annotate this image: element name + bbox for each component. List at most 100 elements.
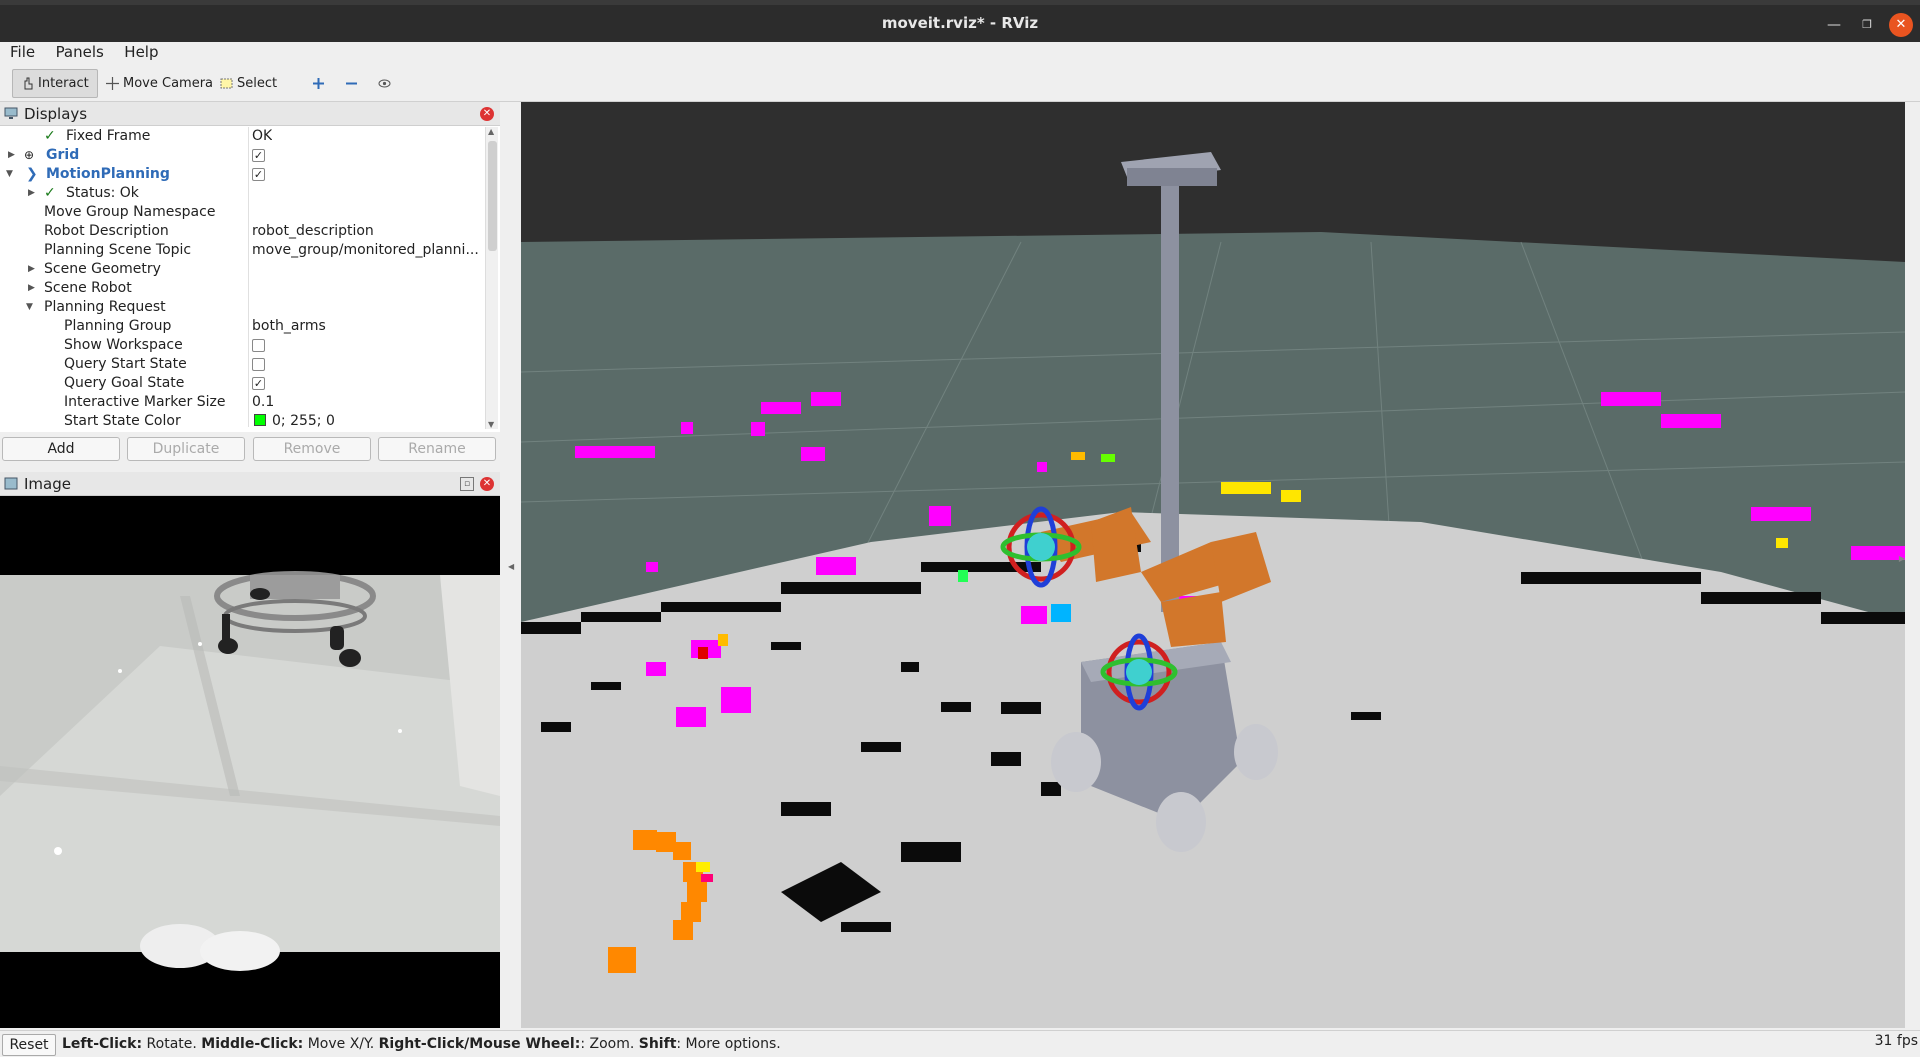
row-value[interactable]: 0; 255; 0: [272, 412, 335, 427]
motion-planning-enabled-checkbox[interactable]: ✓: [252, 168, 265, 181]
row-label: MotionPlanning: [46, 166, 170, 182]
image-panel-header: Image ▫ ✕: [0, 472, 500, 496]
collapse-left-icon[interactable]: ◀: [508, 562, 514, 571]
menu-help[interactable]: Help: [114, 42, 164, 61]
image-icon: [4, 477, 18, 490]
tree-row-motion-planning[interactable]: ▼ ❯ MotionPlanning ✓: [0, 165, 484, 184]
tree-row-fixed-frame[interactable]: ✓ Fixed Frame OK: [0, 127, 484, 146]
tree-row-planning-scene-topic[interactable]: Planning Scene Topic move_group/monitore…: [0, 241, 484, 260]
fps-readout: 31 fps: [1874, 1033, 1918, 1049]
check-icon: ✓: [44, 185, 56, 201]
interact-tool-button[interactable]: Interact: [12, 69, 98, 98]
minimize-button[interactable]: —: [1822, 13, 1846, 37]
row-label: Scene Geometry: [44, 261, 161, 277]
select-label: Select: [237, 76, 278, 91]
statusbar: Reset Left-Click: Rotate. Middle-Click: …: [0, 1030, 1920, 1057]
scroll-up-icon[interactable]: ▲: [488, 127, 494, 136]
hint-zoom: : Zoom.: [580, 1036, 639, 1052]
image-panel: Image ▫ ✕: [0, 472, 500, 1028]
tree-row-planning-group[interactable]: Planning Group both_arms: [0, 317, 484, 336]
maximize-button[interactable]: ❐: [1855, 13, 1879, 37]
tree-row-show-workspace[interactable]: Show Workspace: [0, 336, 484, 355]
displays-button-row: Add Duplicate Remove Rename: [0, 436, 500, 462]
query-goal-state-checkbox[interactable]: ✓: [252, 377, 265, 390]
float-panel-icon[interactable]: ▫: [460, 477, 474, 491]
tree-row-grid[interactable]: ▶ ⊕ Grid ✓: [0, 146, 484, 165]
row-label: Planning Request: [44, 299, 166, 315]
eye-icon: [378, 79, 391, 88]
tree-row-planning-request[interactable]: ▼ Planning Request: [0, 298, 484, 317]
row-value[interactable]: both_arms: [252, 317, 326, 336]
grid-enabled-checkbox[interactable]: ✓: [252, 149, 265, 162]
menu-file[interactable]: File: [0, 42, 41, 61]
displays-scrollbar[interactable]: ▲ ▼: [485, 127, 498, 429]
displays-tree[interactable]: ✓ Fixed Frame OK ▶ ⊕ Grid ✓ ▼ ❯ MotionPl…: [0, 127, 484, 427]
tree-row-move-group-namespace[interactable]: Move Group Namespace: [0, 203, 484, 222]
interact-label: Interact: [38, 76, 89, 91]
expand-arrow-icon[interactable]: ▶: [28, 260, 35, 279]
check-icon: ✓: [44, 128, 56, 144]
right-splitter[interactable]: [1905, 102, 1920, 1028]
move-camera-tool-button[interactable]: Move Camera: [98, 69, 221, 98]
row-value[interactable]: 0.1: [252, 393, 274, 412]
scroll-down-icon[interactable]: ▼: [488, 420, 494, 429]
mouse-hint-text: Left-Click: Rotate. Middle-Click: Move X…: [62, 1036, 781, 1052]
tree-row-scene-geometry[interactable]: ▶ Scene Geometry: [0, 260, 484, 279]
collapse-arrow-icon[interactable]: ▼: [26, 298, 33, 317]
row-label: Planning Scene Topic: [44, 242, 192, 258]
close-panel-icon[interactable]: ✕: [480, 477, 494, 491]
add-tool-button[interactable]: [304, 69, 333, 98]
row-label: Grid: [46, 147, 80, 163]
row-value[interactable]: move_group/monitored_planni...: [252, 241, 479, 260]
view-options-button[interactable]: [370, 69, 399, 98]
row-value[interactable]: robot_description: [252, 222, 374, 241]
displays-title: Displays: [24, 104, 88, 123]
close-window-button[interactable]: ✕: [1889, 13, 1913, 37]
move-arrows-icon: [106, 77, 119, 90]
expand-arrow-icon[interactable]: ▶: [28, 184, 35, 203]
show-workspace-checkbox[interactable]: [252, 339, 265, 352]
grid-icon: ⊕: [24, 148, 35, 162]
image-panel-title: Image: [24, 474, 71, 493]
tree-row-robot-description[interactable]: Robot Description robot_description: [0, 222, 484, 241]
rename-display-button[interactable]: Rename: [378, 437, 496, 461]
displays-panel-header: Displays ✕: [0, 102, 500, 126]
camera-image: [0, 496, 500, 1028]
duplicate-display-button[interactable]: Duplicate: [127, 437, 245, 461]
remove-display-button[interactable]: Remove: [253, 437, 371, 461]
menubar: File Panels Help: [0, 42, 1920, 64]
menu-panels[interactable]: Panels: [46, 42, 110, 61]
hand-pointer-icon: [24, 77, 33, 90]
expand-arrow-icon[interactable]: ▶: [8, 146, 15, 165]
tree-row-status[interactable]: ▶ ✓ Status: Ok: [0, 184, 484, 203]
left-splitter[interactable]: ◀: [500, 102, 521, 1028]
select-tool-button[interactable]: Select: [212, 69, 285, 98]
toolbar: Interact Move Camera Select: [0, 66, 1920, 102]
move-camera-label: Move Camera: [123, 76, 214, 91]
hint-move: Move X/Y.: [303, 1036, 379, 1052]
row-label: Start State Color: [64, 413, 181, 427]
window-title: moveit.rviz* - RViz: [881, 14, 1039, 32]
displays-panel: Displays ✕ ✓ Fixed Frame OK ▶ ⊕ Grid ✓ ▼…: [0, 102, 500, 432]
reset-button[interactable]: Reset: [2, 1034, 56, 1056]
3d-render-view[interactable]: ▶: [521, 102, 1905, 1028]
tree-row-query-goal-state[interactable]: Query Goal State ✓: [0, 374, 484, 393]
tree-row-query-start-state[interactable]: Query Start State: [0, 355, 484, 374]
remove-tool-button[interactable]: [337, 69, 366, 98]
tree-row-start-state-color[interactable]: Start State Color 0; 255; 0: [0, 412, 484, 427]
3d-scene: [521, 102, 1905, 1028]
expand-arrow-icon[interactable]: ▶: [28, 279, 35, 298]
monitor-icon: [4, 107, 18, 119]
row-label: Robot Description: [44, 223, 169, 239]
minus-icon: [346, 82, 357, 85]
add-display-button[interactable]: Add: [2, 437, 120, 461]
tree-row-interactive-marker-size[interactable]: Interactive Marker Size 0.1: [0, 393, 484, 412]
close-panel-icon[interactable]: ✕: [480, 107, 494, 121]
scrollbar-thumb[interactable]: [488, 141, 497, 251]
color-swatch-icon[interactable]: [254, 412, 266, 427]
collapse-arrow-icon[interactable]: ▼: [6, 165, 13, 184]
window-titlebar: moveit.rviz* - RViz — ❐ ✕: [0, 0, 1920, 42]
query-start-state-checkbox[interactable]: [252, 358, 265, 371]
row-label: Interactive Marker Size: [64, 394, 226, 410]
tree-row-scene-robot[interactable]: ▶ Scene Robot: [0, 279, 484, 298]
